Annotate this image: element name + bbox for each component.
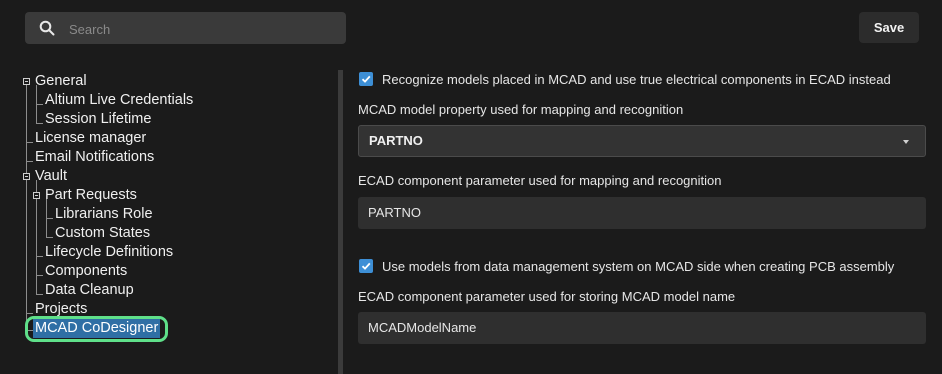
tree-line <box>36 294 43 295</box>
tree-item-general[interactable]: General <box>35 72 87 91</box>
panel-divider[interactable] <box>338 70 343 374</box>
ecad-storing-label: ECAD component parameter used for storin… <box>358 289 736 304</box>
ecad-param-field[interactable]: PARTNO <box>358 197 926 229</box>
tree-line <box>26 142 33 143</box>
tree-item-email-notifications[interactable]: Email Notifications <box>35 148 154 167</box>
ecad-param-label: ECAD component parameter used for mappin… <box>358 173 722 188</box>
mcad-property-label: MCAD model property used for mapping and… <box>358 102 684 117</box>
tree-item-components[interactable]: Components <box>45 262 127 281</box>
use-models-checkbox[interactable] <box>359 259 373 273</box>
recognize-models-label: Recognize models placed in MCAD and use … <box>382 72 891 87</box>
search-bar[interactable] <box>25 12 346 46</box>
collapse-icon[interactable] <box>33 192 40 199</box>
tree-line <box>36 123 43 124</box>
tree-item-mcad-codesigner[interactable]: MCAD CoDesigner <box>33 319 161 338</box>
tree-item-data-cleanup[interactable]: Data Cleanup <box>45 281 134 300</box>
save-button[interactable]: Save <box>859 12 919 43</box>
mcad-property-value: PARTNO <box>369 133 423 148</box>
collapse-icon[interactable] <box>23 173 30 180</box>
use-models-label: Use models from data management system o… <box>382 259 895 274</box>
chevron-down-icon <box>903 140 909 144</box>
tree-item-custom-states[interactable]: Custom States <box>55 224 150 243</box>
collapse-icon[interactable] <box>23 78 30 85</box>
mcad-property-dropdown[interactable]: PARTNO <box>358 125 926 157</box>
checkmark-icon <box>361 262 371 270</box>
tree-item-altium-live-credentials[interactable]: Altium Live Credentials <box>45 91 193 110</box>
tree-line <box>46 218 53 219</box>
tree-line <box>36 104 43 105</box>
tree-line <box>36 256 43 257</box>
tree-item-lifecycle-definitions[interactable]: Lifecycle Definitions <box>45 243 173 262</box>
tree-item-session-lifetime[interactable]: Session Lifetime <box>45 110 151 129</box>
tree-item-license-manager[interactable]: License manager <box>35 129 146 148</box>
tree-item-part-requests[interactable]: Part Requests <box>45 186 137 205</box>
recognize-models-checkbox[interactable] <box>359 72 373 86</box>
tree-item-librarians-role[interactable]: Librarians Role <box>55 205 153 224</box>
search-icon <box>39 20 55 36</box>
tree-item-vault[interactable]: Vault <box>35 167 67 186</box>
ecad-storing-field[interactable]: MCADModelName <box>358 312 926 344</box>
checkmark-icon <box>361 75 371 83</box>
tree-line <box>36 275 43 276</box>
tree-line <box>26 82 27 330</box>
tree-line <box>26 313 33 314</box>
tree-line <box>26 161 33 162</box>
search-input[interactable] <box>67 12 341 46</box>
tree-line <box>46 237 53 238</box>
